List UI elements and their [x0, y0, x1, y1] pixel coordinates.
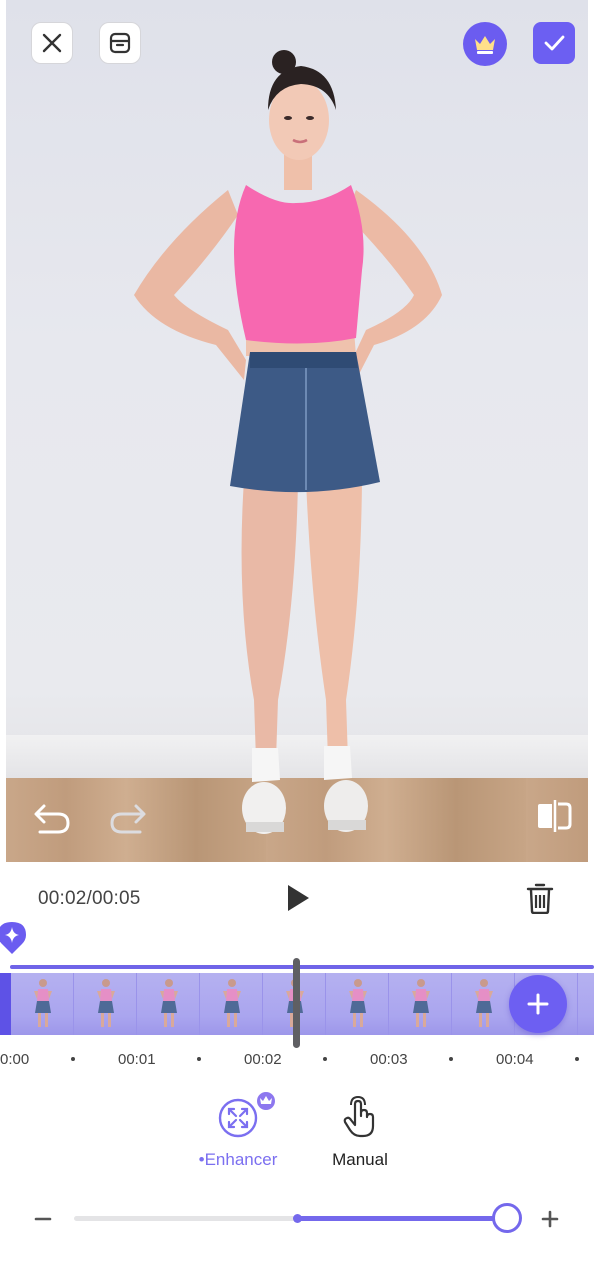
plus-small-icon [541, 1210, 559, 1228]
archive-button[interactable] [99, 22, 141, 64]
filmstrip-frame [11, 973, 74, 1035]
strength-slider-thumb[interactable] [492, 1203, 522, 1233]
manual-icon-wrap [338, 1095, 382, 1140]
filmstrip-frame [74, 973, 137, 1035]
redo-button[interactable] [106, 796, 150, 840]
crown-badge-icon [260, 1096, 272, 1104]
plus-icon [527, 993, 549, 1015]
decrease-button[interactable] [30, 1206, 56, 1232]
compare-button[interactable] [532, 794, 576, 838]
tab-manual[interactable]: Manual [300, 1095, 420, 1176]
delete-button[interactable] [522, 878, 558, 918]
tick-label: 0:00 [0, 1051, 30, 1068]
filmstrip-frame [389, 973, 452, 1035]
filmstrip-frame [452, 973, 515, 1035]
tick-dot [449, 1057, 453, 1061]
tick-label: 00:01 [118, 1051, 156, 1068]
redo-icon [110, 804, 146, 834]
sparkle-icon [0, 922, 26, 954]
tab-enhancer-label: •Enhancer [198, 1150, 278, 1169]
vip-badge [255, 1090, 277, 1112]
undo-icon [34, 804, 70, 834]
minus-icon [34, 1217, 52, 1221]
enhancer-icon-wrap [216, 1090, 277, 1140]
person-figure [134, 50, 442, 834]
confirm-button[interactable] [533, 22, 575, 64]
play-button[interactable] [280, 878, 316, 918]
filmstrip-frame [200, 973, 263, 1035]
tick-label: 00:03 [370, 1051, 408, 1068]
compare-icon [538, 800, 572, 832]
tick-dot [71, 1057, 75, 1061]
play-icon [288, 885, 309, 911]
hand-pointer-icon [343, 1095, 375, 1138]
video-preview [6, 0, 588, 862]
tick-dot [323, 1057, 327, 1061]
tick-dot [197, 1057, 201, 1061]
increase-button[interactable] [537, 1206, 563, 1232]
strength-slider-fill [297, 1216, 507, 1221]
time-display: 00:02/00:05 [38, 888, 141, 909]
add-clip-button[interactable] [509, 975, 567, 1033]
undo-button[interactable] [30, 796, 74, 840]
trash-icon [526, 883, 554, 914]
tick-dot [575, 1057, 579, 1061]
filmstrip-frame [326, 973, 389, 1035]
clip-start-handle[interactable] [0, 973, 11, 1035]
check-icon [544, 35, 565, 51]
strength-slider-center [293, 1214, 302, 1223]
tab-enhancer[interactable]: •Enhancer [178, 1090, 298, 1176]
archive-icon [109, 32, 131, 54]
expand-arrows-icon [218, 1098, 258, 1138]
keyframe-marker[interactable] [0, 922, 26, 956]
filmstrip-frame [137, 973, 200, 1035]
tick-label: 00:02 [244, 1051, 282, 1068]
playhead[interactable] [293, 958, 300, 1048]
tick-label: 00:04 [496, 1051, 534, 1068]
crown-icon [475, 36, 495, 54]
premium-button[interactable] [463, 22, 507, 66]
effect-range-bar[interactable] [10, 965, 594, 969]
close-icon [42, 33, 62, 53]
close-button[interactable] [31, 22, 73, 64]
tab-manual-label: Manual [332, 1150, 388, 1169]
filmstrip-frame [578, 973, 594, 1035]
